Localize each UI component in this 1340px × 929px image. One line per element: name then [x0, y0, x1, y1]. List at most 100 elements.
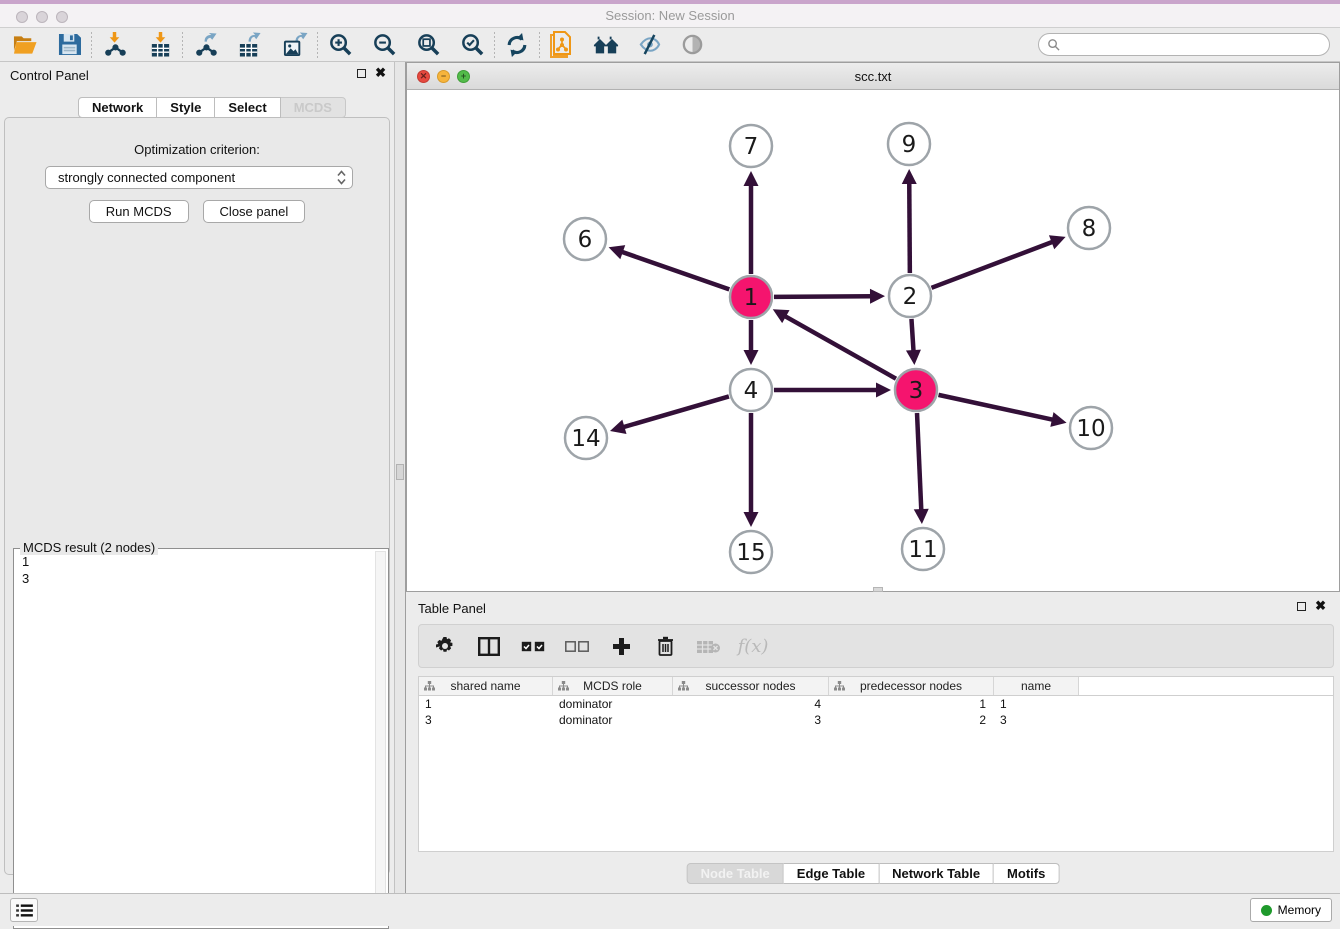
edge-2-9[interactable] — [909, 182, 910, 273]
table-tab-motifs[interactable]: Motifs — [994, 863, 1059, 884]
column-header-shared-name[interactable]: shared name — [419, 677, 553, 695]
control-panel-title: Control Panel — [10, 68, 89, 83]
arrowhead-3-10 — [1050, 412, 1066, 427]
panel-splitter[interactable] — [394, 62, 406, 893]
network-graph[interactable]: 7968124314101511 — [407, 90, 1339, 591]
deselect-all-icon[interactable] — [565, 634, 589, 658]
hide-graphics-icon[interactable] — [636, 32, 662, 58]
column-label: MCDS role — [583, 679, 642, 693]
import-network-icon[interactable] — [101, 32, 127, 58]
toolbar-separator — [182, 32, 183, 58]
memory-button[interactable]: Memory — [1250, 898, 1332, 922]
float-panel-icon[interactable] — [357, 69, 366, 78]
memory-label: Memory — [1278, 903, 1321, 917]
table-tab-node-table[interactable]: Node Table — [687, 863, 784, 884]
zoom-selected-icon[interactable] — [459, 32, 485, 58]
node-label-2: 2 — [903, 284, 918, 310]
node-label-9: 9 — [902, 132, 917, 158]
edge-1-2[interactable] — [774, 296, 872, 297]
search-input[interactable] — [1060, 37, 1321, 53]
result-line: 1 — [22, 553, 372, 570]
delete-columns-icon[interactable] — [653, 634, 677, 658]
table-toolbar: f(x) — [418, 624, 1334, 668]
zoom-in-icon[interactable] — [327, 32, 353, 58]
cell-name[interactable]: 1 — [994, 696, 1079, 712]
network-canvas[interactable]: 7968124314101511 — [407, 90, 1339, 591]
arrowhead-1-2 — [870, 289, 885, 304]
cell-shared-name[interactable]: 3 — [419, 712, 553, 728]
control-tab-mcds[interactable]: MCDS — [281, 97, 346, 118]
save-session-icon[interactable] — [56, 32, 82, 58]
cell-shared-name[interactable]: 1 — [419, 696, 553, 712]
edge-1-6[interactable] — [621, 252, 729, 290]
export-image-icon[interactable] — [282, 32, 308, 58]
export-table-icon[interactable] — [236, 32, 262, 58]
show-graphics-icon[interactable] — [679, 32, 705, 58]
table-row[interactable]: 1dominator411 — [419, 696, 1333, 712]
network-window-titlebar[interactable]: ✕ − + scc.txt — [407, 63, 1339, 90]
task-history-button[interactable] — [10, 898, 38, 922]
network-window-title: scc.txt — [407, 69, 1339, 84]
cell-MCDS-role[interactable]: dominator — [553, 712, 673, 728]
control-tab-network[interactable]: Network — [78, 97, 157, 118]
cell-successor-nodes[interactable]: 3 — [673, 712, 829, 728]
table-row[interactable]: 3dominator323 — [419, 712, 1333, 728]
import-table-icon[interactable] — [147, 32, 173, 58]
run-mcds-button[interactable]: Run MCDS — [89, 200, 189, 223]
node-label-10: 10 — [1076, 416, 1105, 442]
memory-status-icon — [1261, 905, 1272, 916]
cell-predecessor-nodes[interactable]: 2 — [829, 712, 994, 728]
column-header-MCDS-role[interactable]: MCDS role — [553, 677, 673, 695]
column-label: successor nodes — [705, 679, 795, 693]
node-label-4: 4 — [744, 378, 759, 404]
criterion-select[interactable]: strongly connected component — [45, 166, 353, 189]
export-network-icon[interactable] — [192, 32, 218, 58]
home-icon[interactable] — [593, 32, 619, 58]
select-all-icon[interactable] — [521, 634, 545, 658]
table-tab-edge-table[interactable]: Edge Table — [784, 863, 879, 884]
cell-successor-nodes[interactable]: 4 — [673, 696, 829, 712]
refresh-layout-icon[interactable] — [504, 32, 530, 58]
network-resize-handle[interactable] — [873, 587, 883, 592]
column-header-predecessor-nodes[interactable]: predecessor nodes — [829, 677, 994, 695]
cell-predecessor-nodes[interactable]: 1 — [829, 696, 994, 712]
toolbar-separator — [91, 32, 92, 58]
column-header-name[interactable]: name — [994, 677, 1079, 695]
search-field[interactable] — [1038, 33, 1330, 56]
edge-2-3[interactable] — [911, 319, 913, 352]
control-tab-style[interactable]: Style — [157, 97, 215, 118]
edge-2-8[interactable] — [932, 241, 1054, 287]
mcds-panel: Optimization criterion: strongly connect… — [4, 117, 390, 875]
node-label-14: 14 — [571, 426, 600, 452]
table-header-row: shared name MCDS role successor nodes prede… — [419, 677, 1333, 696]
zoom-out-icon[interactable] — [371, 32, 397, 58]
status-bar: Memory — [0, 893, 1340, 926]
result-scrollbar[interactable] — [375, 551, 386, 926]
node-table[interactable]: shared name MCDS role successor nodes prede… — [418, 676, 1334, 852]
float-table-panel-icon[interactable] — [1297, 602, 1306, 611]
column-header-successor-nodes[interactable]: successor nodes — [673, 677, 829, 695]
criterion-value: strongly connected component — [58, 170, 337, 185]
table-settings-icon[interactable] — [433, 634, 457, 658]
edge-4-14[interactable] — [622, 396, 728, 427]
split-panel-icon[interactable] — [477, 634, 501, 658]
edge-3-10[interactable] — [938, 395, 1053, 420]
close-table-panel-icon[interactable]: ✖ — [1315, 601, 1326, 611]
control-tab-select[interactable]: Select — [215, 97, 280, 118]
search-icon — [1047, 38, 1060, 51]
zoom-fit-icon[interactable] — [415, 32, 441, 58]
delete-table-icon — [697, 634, 721, 658]
cell-MCDS-role[interactable]: dominator — [553, 696, 673, 712]
edge-3-11[interactable] — [917, 413, 921, 511]
edge-3-1[interactable] — [784, 316, 896, 379]
add-column-icon[interactable] — [609, 634, 633, 658]
close-panel-button[interactable]: Close panel — [203, 200, 306, 223]
node-label-7: 7 — [744, 134, 759, 160]
network-from-file-icon[interactable] — [549, 32, 575, 58]
open-session-icon[interactable] — [12, 32, 38, 58]
close-panel-icon[interactable]: ✖ — [375, 68, 386, 78]
cell-name[interactable]: 3 — [994, 712, 1079, 728]
splitter-handle[interactable] — [396, 464, 404, 480]
session-title: Session: New Session — [0, 8, 1340, 23]
table-tab-network-table[interactable]: Network Table — [879, 863, 994, 884]
